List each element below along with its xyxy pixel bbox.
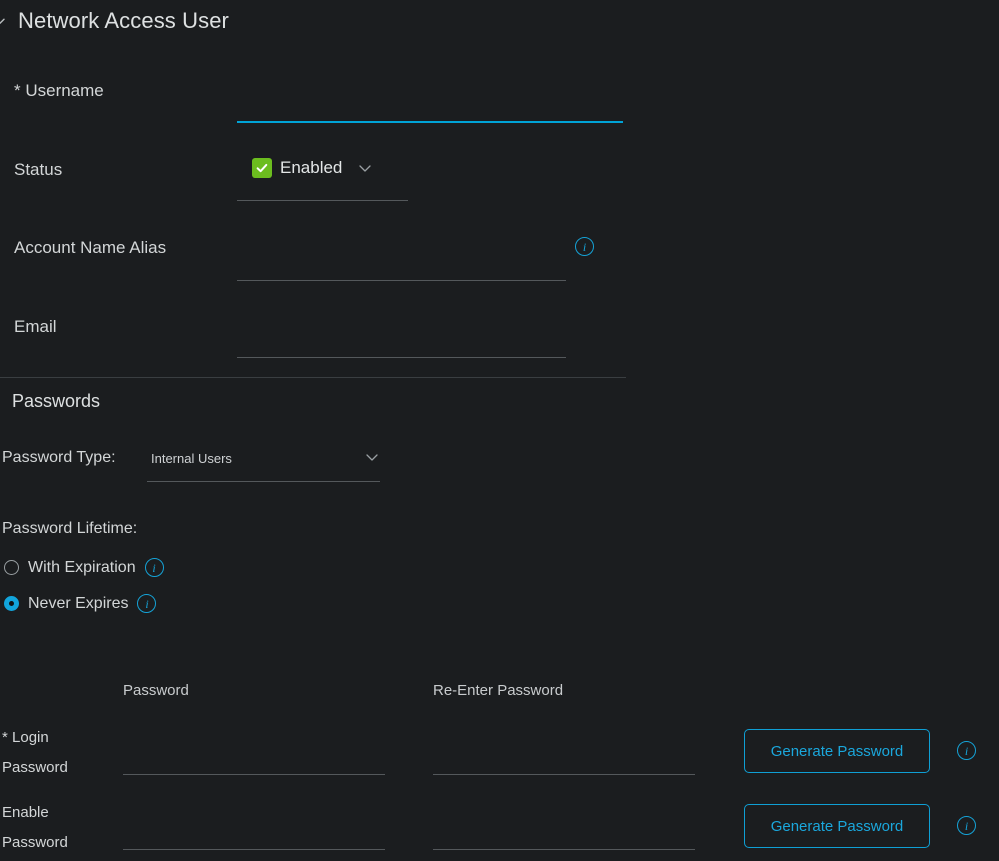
row-label-enable-password-line2: Password xyxy=(2,834,68,851)
info-icon[interactable]: i xyxy=(144,558,164,577)
radio-with-expiration[interactable]: With Expiration i xyxy=(4,558,164,577)
chevron-down-icon[interactable] xyxy=(356,159,374,177)
username-label: * Username xyxy=(14,81,104,100)
password-type-label: Password Type: xyxy=(2,449,116,466)
info-icon[interactable]: i xyxy=(137,594,157,613)
radio-label: Never Expires xyxy=(28,594,129,612)
email-input[interactable] xyxy=(237,357,566,358)
info-icon[interactable]: i xyxy=(575,237,594,256)
info-icon[interactable]: i xyxy=(957,741,976,760)
column-header-reenter-password: Re-Enter Password xyxy=(433,682,564,699)
email-label: Email xyxy=(14,317,57,336)
info-icon[interactable]: i xyxy=(957,816,976,835)
generate-password-button-enable[interactable]: Generate Password xyxy=(744,804,930,848)
network-access-user-form: Network Access User * Username Status En… xyxy=(0,0,999,861)
account-name-alias-label: Account Name Alias xyxy=(14,238,167,257)
generate-password-button-login[interactable]: Generate Password xyxy=(744,729,930,773)
row-label-login-password-line2: Password xyxy=(2,759,68,776)
page-title: Network Access User xyxy=(18,8,229,33)
passwords-heading: Passwords xyxy=(12,391,101,411)
check-icon xyxy=(252,158,272,178)
username-input[interactable] xyxy=(237,121,623,123)
enable-password-input[interactable] xyxy=(123,849,385,850)
enable-password-reenter-input[interactable] xyxy=(433,849,695,850)
account-name-alias-input[interactable] xyxy=(237,280,566,281)
column-header-password: Password xyxy=(123,682,189,699)
radio-indicator[interactable] xyxy=(4,596,19,611)
section-divider xyxy=(0,377,626,378)
radio-indicator[interactable] xyxy=(4,560,19,575)
login-password-reenter-input[interactable] xyxy=(433,774,695,775)
password-type-underline xyxy=(147,481,380,482)
status-dropdown[interactable]: Enabled xyxy=(252,158,374,178)
row-label-enable-password-line1: Enable xyxy=(2,804,49,821)
chevron-down-icon[interactable] xyxy=(0,10,8,32)
password-lifetime-label: Password Lifetime: xyxy=(2,520,138,537)
password-type-value[interactable]: Internal Users xyxy=(151,451,232,466)
status-underline xyxy=(237,200,408,201)
status-value: Enabled xyxy=(280,158,343,177)
section-header[interactable]: Network Access User xyxy=(0,8,229,34)
chevron-down-icon[interactable] xyxy=(363,448,381,466)
status-label: Status xyxy=(14,160,63,179)
radio-label: With Expiration xyxy=(28,558,136,576)
radio-never-expires[interactable]: Never Expires i xyxy=(4,594,157,613)
row-label-login-password-line1: * Login xyxy=(2,729,49,746)
login-password-input[interactable] xyxy=(123,774,385,775)
